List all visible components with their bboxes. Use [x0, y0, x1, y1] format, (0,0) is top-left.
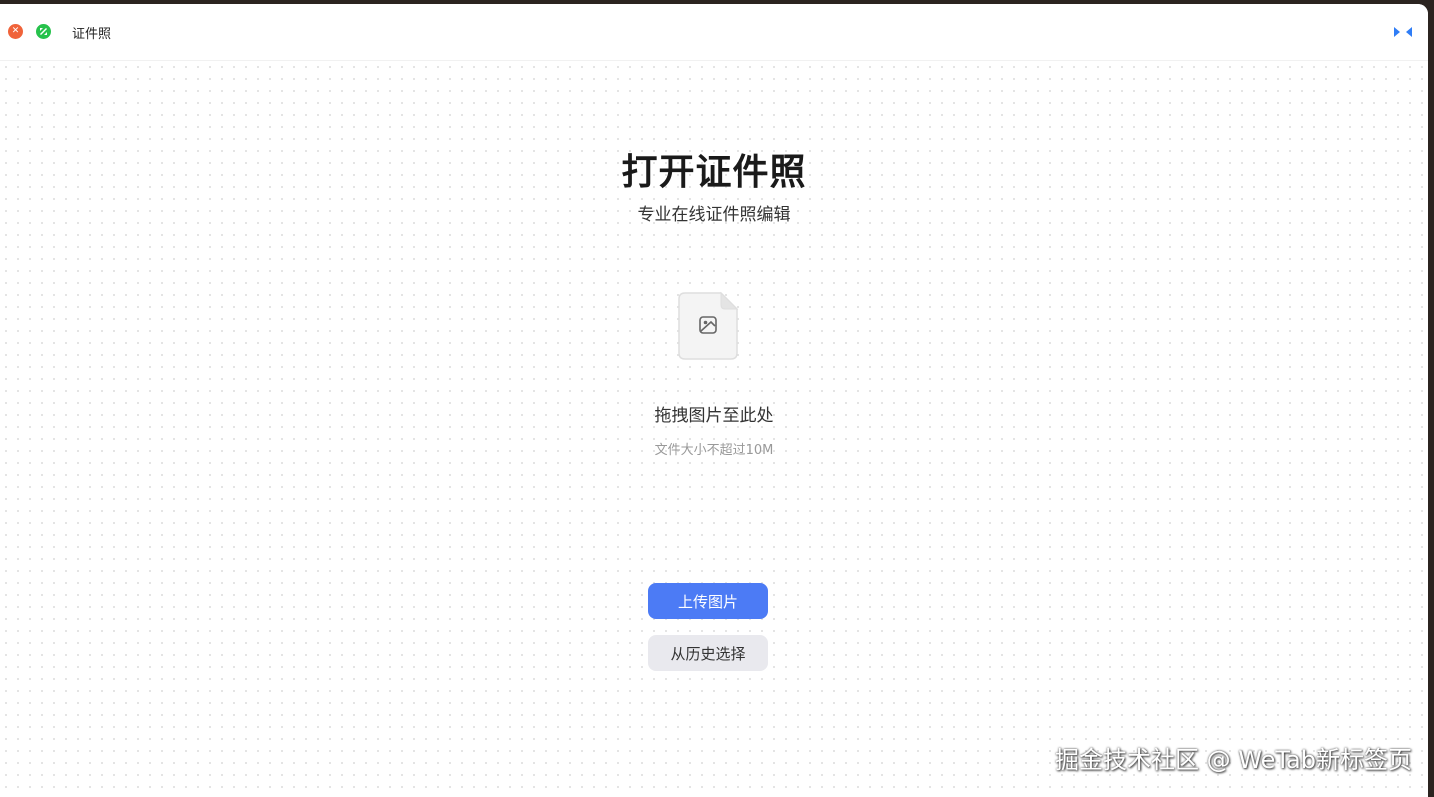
file-size-hint: 文件大小不超过10M: [654, 443, 774, 458]
watermark: 掘金技术社区 @ WeTab新标签页: [1055, 746, 1412, 774]
page-subtitle: 专业在线证件照编辑: [637, 205, 791, 225]
window-title: 证件照: [72, 27, 112, 42]
maximize-icon[interactable]: [36, 24, 51, 39]
title-bar: ✕ 证件照: [0, 4, 1428, 61]
app-window: ✕ 证件照 打开证件照 专业在线证件照编辑 拖拽图片至此处 文件大小不超过10M…: [0, 4, 1428, 797]
close-icon[interactable]: ✕: [8, 24, 23, 39]
drop-zone-label: 拖拽图片至此处: [654, 406, 774, 426]
main-content: 打开证件照 专业在线证件照编辑 拖拽图片至此处 文件大小不超过10M 上传图片 …: [0, 61, 1428, 797]
page-title: 打开证件照: [621, 152, 807, 193]
expand-icon[interactable]: [1392, 25, 1414, 39]
upload-image-button[interactable]: 上传图片: [648, 583, 768, 619]
image-file-icon[interactable]: [677, 291, 739, 361]
select-from-history-button[interactable]: 从历史选择: [648, 635, 768, 671]
